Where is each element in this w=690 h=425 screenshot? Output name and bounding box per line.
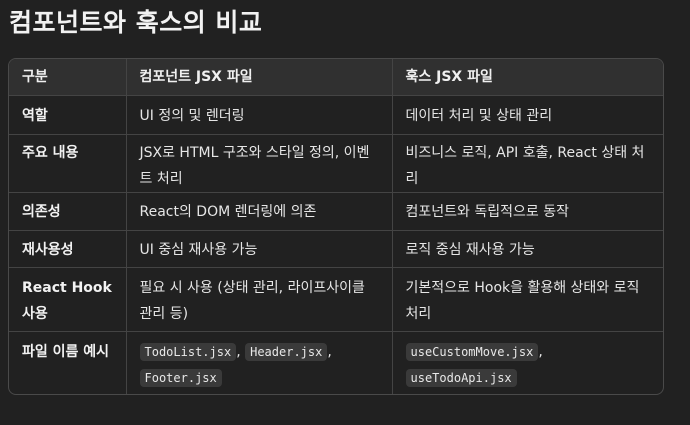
table-row: 주요 내용 JSX로 HTML 구조와 스타일 정의, 이벤트 처리 비즈니스 … bbox=[9, 134, 663, 193]
page-title: 컴포넌트와 훅스의 비교 bbox=[9, 8, 263, 37]
header-hooks-jsx: 훅스 JSX 파일 bbox=[392, 59, 663, 96]
row-label: 주요 내용 bbox=[9, 134, 127, 193]
file-name-code: useCustomMove.jsx bbox=[405, 342, 539, 361]
row-label: 의존성 bbox=[9, 192, 127, 231]
row-label: 역할 bbox=[9, 95, 127, 135]
table-row: 역할 UI 정의 및 렌더링 데이터 처리 및 상태 관리 bbox=[9, 95, 663, 135]
file-name-code: Header.jsx bbox=[245, 342, 328, 361]
row-label: React Hook 사용 bbox=[9, 267, 127, 332]
hooks-cell: 데이터 처리 및 상태 관리 bbox=[392, 95, 663, 135]
component-cell: UI 정의 및 렌더링 bbox=[126, 95, 393, 135]
separator: , bbox=[538, 343, 543, 360]
component-cell: JSX로 HTML 구조와 스타일 정의, 이벤트 처리 bbox=[126, 134, 393, 193]
comparison-table-container: 구분 컴포넌트 JSX 파일 훅스 JSX 파일 역할 UI 정의 및 렌더링 … bbox=[8, 58, 664, 395]
table-row: 재사용성 UI 중심 재사용 가능 로직 중심 재사용 가능 bbox=[9, 230, 663, 268]
hooks-cell: 기본적으로 Hook을 활용해 상태와 로직 처리 bbox=[392, 267, 663, 332]
separator: , bbox=[327, 343, 332, 360]
header-category: 구분 bbox=[9, 59, 127, 96]
component-cell: UI 중심 재사용 가능 bbox=[126, 230, 393, 268]
table-row: 파일 이름 예시 TodoList.jsx, Header.jsx, Foote… bbox=[9, 331, 663, 394]
hooks-files-cell: useCustomMove.jsx, useTodoApi.jsx bbox=[392, 331, 663, 394]
component-files-cell: TodoList.jsx, Header.jsx, Footer.jsx bbox=[126, 331, 393, 394]
file-name-code: TodoList.jsx bbox=[139, 342, 237, 361]
hooks-cell: 컴포넌트와 독립적으로 동작 bbox=[392, 192, 663, 231]
row-label: 파일 이름 예시 bbox=[9, 331, 127, 394]
component-cell: React의 DOM 렌더링에 의존 bbox=[126, 192, 393, 231]
row-label: 재사용성 bbox=[9, 230, 127, 268]
header-component-jsx: 컴포넌트 JSX 파일 bbox=[126, 59, 393, 96]
table-row: React Hook 사용 필요 시 사용 (상태 관리, 라이프사이클 관리 … bbox=[9, 267, 663, 332]
hooks-cell: 로직 중심 재사용 가능 bbox=[392, 230, 663, 268]
table-header-row: 구분 컴포넌트 JSX 파일 훅스 JSX 파일 bbox=[9, 59, 663, 96]
separator: , bbox=[236, 343, 241, 360]
hooks-cell: 비즈니스 로직, API 호출, React 상태 처리 bbox=[392, 134, 663, 193]
table-row: 의존성 React의 DOM 렌더링에 의존 컴포넌트와 독립적으로 동작 bbox=[9, 192, 663, 231]
comparison-table: 구분 컴포넌트 JSX 파일 훅스 JSX 파일 역할 UI 정의 및 렌더링 … bbox=[9, 59, 663, 394]
file-name-code: Footer.jsx bbox=[139, 368, 222, 387]
file-name-code: useTodoApi.jsx bbox=[405, 368, 517, 387]
component-cell: 필요 시 사용 (상태 관리, 라이프사이클 관리 등) bbox=[126, 267, 393, 332]
